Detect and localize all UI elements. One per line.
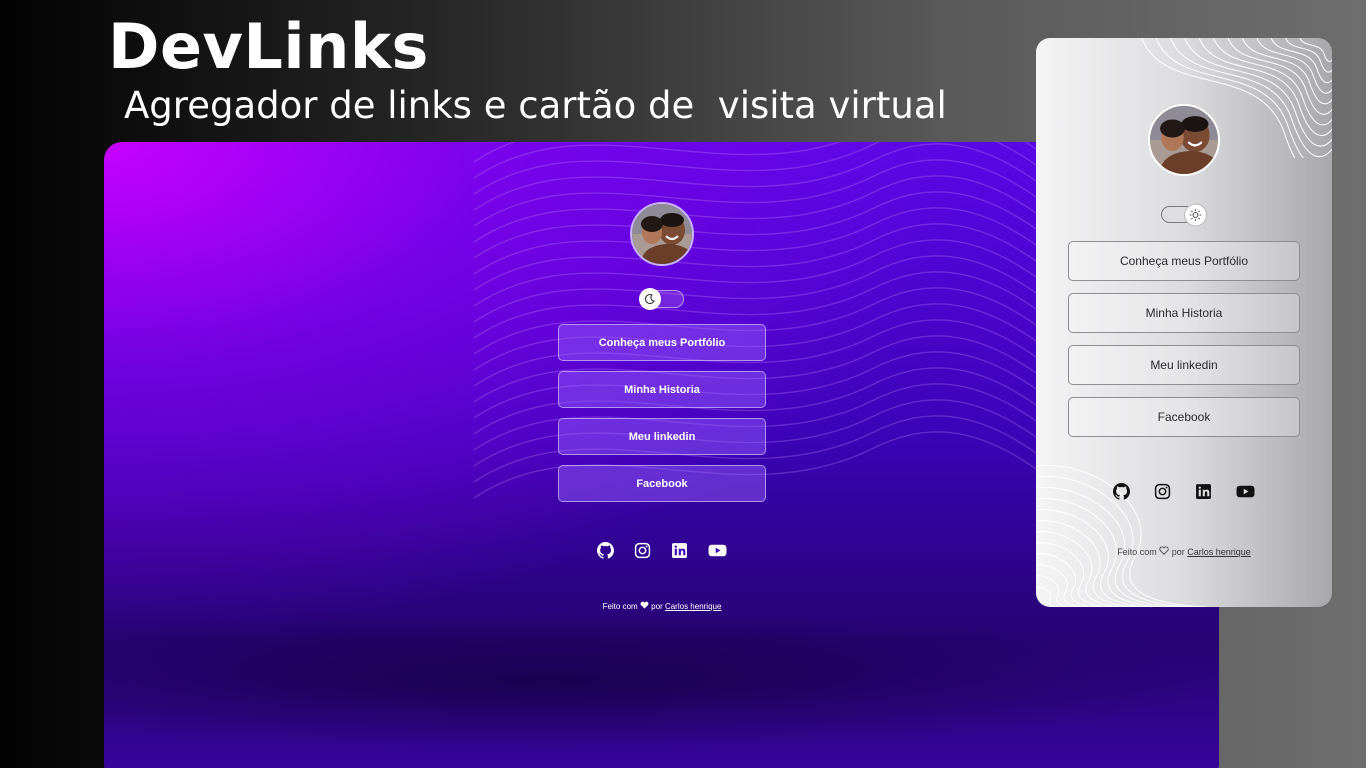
wave-line: [1241, 38, 1332, 105]
wave-line: [1270, 38, 1332, 84]
linkedin-icon[interactable]: [671, 542, 688, 559]
link-portfolio-button[interactable]: Conheça meus Portfólio: [558, 324, 766, 361]
github-icon[interactable]: [597, 542, 614, 559]
hero-title: DevLinks: [108, 10, 429, 83]
sun-icon: [1184, 203, 1207, 226]
wave-line: [1256, 38, 1332, 94]
youtube-icon[interactable]: [708, 542, 727, 559]
profile-section: Conheça meus Portfólio Minha Historia Me…: [1068, 104, 1300, 557]
wave-line: [1036, 575, 1075, 607]
light-theme-screenshot: Conheça meus Portfólio Minha Historia Me…: [1036, 38, 1332, 607]
link-history-button[interactable]: Minha Historia: [558, 371, 766, 408]
link-linkedin-button[interactable]: Meu linkedin: [1068, 345, 1300, 385]
link-linkedin-button[interactable]: Meu linkedin: [558, 418, 766, 455]
links-list: Conheça meus Portfólio Minha Historia Me…: [558, 324, 766, 502]
footer-made-with: Feito com: [1117, 547, 1157, 557]
footer-credit: Feito com por Carlos henrique: [602, 601, 721, 611]
profile-section: Conheça meus Portfólio Minha Historia Me…: [558, 202, 766, 611]
link-facebook-button[interactable]: Facebook: [1068, 397, 1300, 437]
avatar: [630, 202, 694, 266]
avatar: [1148, 104, 1220, 176]
heart-outline-icon: [1159, 546, 1169, 557]
youtube-icon[interactable]: [1236, 483, 1255, 500]
moon-icon: [639, 288, 661, 310]
footer-made-with: Feito com: [602, 602, 638, 611]
social-links: [1113, 483, 1255, 500]
footer-by: por: [651, 602, 663, 611]
instagram-icon[interactable]: [634, 542, 651, 559]
footer-by: por: [1171, 547, 1185, 557]
theme-toggle[interactable]: [639, 288, 684, 310]
link-portfolio-button[interactable]: Conheça meus Portfólio: [1068, 241, 1300, 281]
links-list: Conheça meus Portfólio Minha Historia Me…: [1068, 241, 1300, 437]
background-shadow: [104, 612, 1219, 752]
author-link[interactable]: Carlos henrique: [1187, 547, 1251, 557]
link-facebook-button[interactable]: Facebook: [558, 465, 766, 502]
github-icon[interactable]: [1113, 483, 1130, 500]
linkedin-icon[interactable]: [1195, 483, 1212, 500]
footer-credit: Feito com por Carlos henrique: [1117, 546, 1251, 557]
theme-toggle[interactable]: [1161, 203, 1207, 226]
wave-line: [1285, 38, 1332, 73]
instagram-icon[interactable]: [1154, 483, 1171, 500]
social-links: [597, 542, 727, 559]
heart-icon: [640, 601, 649, 611]
author-link[interactable]: Carlos henrique: [665, 602, 721, 611]
wave-line: [1036, 564, 1089, 607]
hero-subtitle: Agregador de links e cartão de visita vi…: [124, 84, 947, 127]
wave-line: [1299, 38, 1332, 63]
wave-line: [1036, 553, 1103, 607]
wave-line: [1227, 38, 1332, 115]
link-history-button[interactable]: Minha Historia: [1068, 293, 1300, 333]
